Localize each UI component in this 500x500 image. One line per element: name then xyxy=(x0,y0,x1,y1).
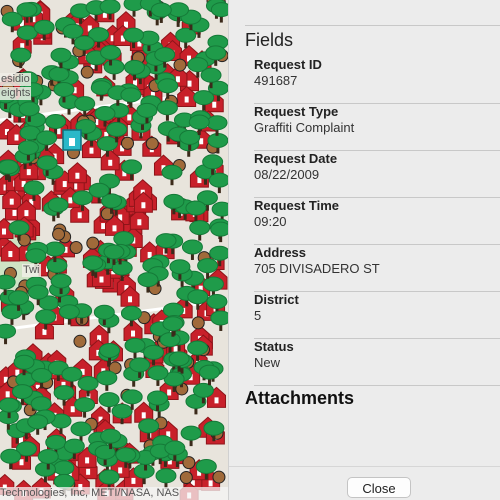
bin-marker[interactable] xyxy=(145,136,159,150)
divider xyxy=(229,466,500,467)
field-value: 705 DIVISADERO ST xyxy=(254,261,380,276)
map-label-presidio: esidio xyxy=(0,73,31,86)
field-label: Address xyxy=(254,245,307,260)
bin-marker[interactable] xyxy=(73,334,87,348)
field-label: Request Type xyxy=(254,104,339,119)
bin-marker[interactable] xyxy=(69,241,83,255)
field-label: Status xyxy=(254,339,294,354)
close-button[interactable]: Close xyxy=(347,477,411,498)
bin-marker[interactable] xyxy=(179,470,193,484)
field-value: 491687 xyxy=(254,73,298,88)
map-view[interactable]: esidio eights Twi Technologies, Inc, MET… xyxy=(0,0,228,500)
bin-marker[interactable] xyxy=(212,470,226,484)
bin-marker[interactable] xyxy=(191,316,205,330)
field-request-date: Request Date 08/22/2009 xyxy=(254,151,500,198)
popup-panel: Fields Request ID 491687 Request Type Gr… xyxy=(228,0,500,500)
fields-heading: Fields xyxy=(245,30,294,50)
field-value: 08/22/2009 xyxy=(254,167,320,182)
field-value: 5 xyxy=(254,308,262,323)
bin-marker[interactable] xyxy=(121,136,135,150)
attachments-heading: Attachments xyxy=(245,388,355,408)
bin-marker[interactable] xyxy=(86,236,100,250)
bin-marker[interactable] xyxy=(80,65,94,79)
divider xyxy=(254,385,500,386)
field-label: District xyxy=(254,292,299,307)
field-address: Address 705 DIVISADERO ST xyxy=(254,245,500,292)
field-request-time: Request Time 09:20 xyxy=(254,198,500,245)
field-value: 09:20 xyxy=(254,214,287,229)
field-district: District 5 xyxy=(254,292,500,339)
field-label: Request Time xyxy=(254,198,340,213)
map-canvas[interactable] xyxy=(0,0,228,500)
field-status: Status New xyxy=(254,339,500,386)
map-label-heights: eights xyxy=(0,87,32,100)
selected-feature-icon[interactable] xyxy=(62,129,82,151)
field-request-id: Request ID 491687 xyxy=(254,57,500,104)
map-label-twin: Twi xyxy=(22,264,41,277)
field-label: Request Date xyxy=(254,151,338,166)
bin-marker[interactable] xyxy=(173,58,187,72)
field-request-type: Request Type Graffiti Complaint xyxy=(254,104,500,151)
field-value: Graffiti Complaint xyxy=(254,120,355,135)
field-label: Request ID xyxy=(254,57,322,72)
field-value: New xyxy=(254,355,281,370)
divider xyxy=(245,25,500,26)
map-attribution: Technologies, Inc, METI/NASA, NAS xyxy=(0,487,228,500)
bin-marker[interactable] xyxy=(52,227,66,241)
